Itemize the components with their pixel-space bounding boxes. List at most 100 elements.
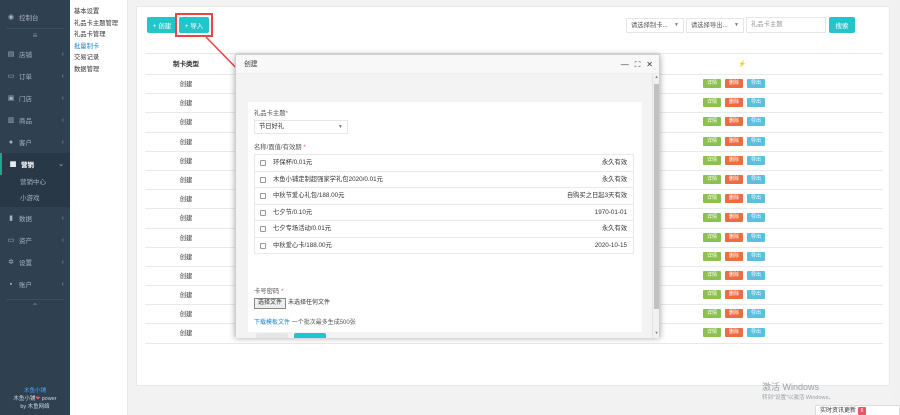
required-mark: * [280, 288, 284, 295]
detail-button[interactable]: 详情 [703, 155, 722, 165]
back-button[interactable]: 返回 [256, 333, 288, 338]
subnav-basic-settings[interactable]: 基本设置 [70, 6, 127, 18]
sidebar-item-asset[interactable]: ▭ 资产 ‹ [0, 229, 70, 251]
card-checkbox[interactable] [260, 226, 266, 232]
export-button[interactable]: 导出 [747, 136, 766, 146]
delete-button[interactable]: 删除 [725, 155, 744, 165]
detail-button[interactable]: 详情 [703, 136, 722, 146]
scroll-up-icon[interactable]: ▲ [653, 74, 660, 82]
scroll-down-icon[interactable]: ▼ [653, 330, 660, 338]
page-scrollbar[interactable] [893, 0, 900, 405]
maximize-icon[interactable]: ⛶ [635, 55, 641, 74]
sidebar-subitem-mini-game[interactable]: 小游戏 [0, 191, 70, 207]
sidebar-item-dashboard[interactable]: ◉ 控制台 [0, 6, 70, 28]
detail-button[interactable]: 详情 [703, 251, 722, 261]
subnav-transactions[interactable]: 交易记录 [70, 52, 127, 64]
export-button[interactable]: 导出 [747, 117, 766, 127]
card-checkbox[interactable] [260, 209, 266, 216]
minimize-icon[interactable]: — [621, 55, 629, 74]
card-checkbox[interactable] [260, 242, 266, 249]
sidebar-item-order[interactable]: ▭ 订单 ‹ [0, 65, 70, 87]
delete-button[interactable]: 删除 [725, 98, 744, 108]
subnav-data-management[interactable]: 数据管理 [70, 64, 127, 76]
card-option[interactable]: 中秋节爱心礼包/188.00元 自购买之日起3天有效 [254, 187, 634, 205]
sidebar-subitem-marketing-center[interactable]: 营销中心 [0, 175, 70, 191]
sidebar-item-label: 数据 [19, 216, 32, 223]
detail-button[interactable]: 详情 [703, 328, 722, 338]
detail-button[interactable]: 详情 [703, 232, 722, 242]
delete-button[interactable]: 删除 [725, 213, 744, 223]
realtime-news[interactable]: 实时资讯更新 6 [815, 405, 900, 415]
export-button[interactable]: 导出 [747, 328, 766, 338]
card-option[interactable]: 七夕专场活动/0.01元 永久有效 [254, 220, 634, 238]
export-button[interactable]: 导出 [747, 174, 766, 184]
create-button[interactable]: + 创建 [147, 17, 177, 33]
subnav-card-management[interactable]: 礼品卡管理 [70, 29, 127, 41]
sidebar-item-data[interactable]: ▮ 数据 ‹ [0, 207, 70, 229]
export-button[interactable]: 导出 [747, 232, 766, 242]
sidebar-item-goods[interactable]: ▥ 商品 ‹ [0, 109, 70, 131]
card-option[interactable]: 七夕节/0.10元 1970-01-01 [254, 203, 634, 221]
close-icon[interactable]: ✕ [646, 55, 653, 74]
theme-select[interactable]: 节日好礼 ▼ [254, 120, 348, 134]
detail-button[interactable]: 详情 [703, 194, 722, 204]
export-button[interactable]: 导出 [747, 290, 766, 300]
card-type-select[interactable]: 请选择制卡... ▼ [626, 18, 684, 33]
detail-button[interactable]: 详情 [703, 270, 722, 280]
sidebar-item-customer[interactable]: ● 客户 ‹ [0, 131, 70, 153]
delete-button[interactable]: 删除 [725, 309, 744, 319]
modal-scrollbar[interactable]: ▲ ▼ [652, 74, 659, 338]
scroll-thumb[interactable] [654, 84, 659, 309]
card-option[interactable]: 环保杯/0.01元 永久有效 [254, 154, 634, 172]
card-option[interactable]: 中秋爱心卡/188.00元 2020-10-15 [254, 236, 634, 254]
sidebar-item-store[interactable]: ▤ 店铺 ‹ [0, 43, 70, 65]
delete-button[interactable]: 删除 [725, 79, 744, 88]
detail-button[interactable]: 详情 [703, 117, 722, 127]
export-button[interactable]: 导出 [747, 155, 766, 165]
row-actions: 详情 删除 导出 [703, 232, 766, 244]
subnav-batch-card[interactable]: 批量制卡 [70, 41, 127, 53]
collapse-icon[interactable]: ⌃ [0, 300, 70, 314]
delete-button[interactable]: 删除 [725, 328, 744, 338]
save-button[interactable]: 保存 [294, 333, 326, 338]
card-option[interactable]: 木鱼小铺定制超强家学礼包2020/0.01元 永久有效 [254, 170, 634, 188]
sidebar-item-marketing[interactable]: ▦ 营销 ⌄ [0, 153, 70, 175]
subnav-theme-management[interactable]: 礼品卡主题管理 [70, 18, 127, 30]
detail-button[interactable]: 详情 [703, 290, 722, 300]
export-button[interactable]: 导出 [747, 79, 766, 88]
export-button[interactable]: 导出 [747, 251, 766, 261]
menu-toggle-icon[interactable]: ≡ [0, 29, 70, 43]
delete-button[interactable]: 删除 [725, 174, 744, 184]
export-button[interactable]: 导出 [747, 309, 766, 319]
delete-button[interactable]: 删除 [725, 194, 744, 204]
sidebar-item-settings[interactable]: ✲ 设置 ‹ [0, 251, 70, 273]
sidebar-item-account[interactable]: ▪ 账户 ‹ [0, 273, 70, 295]
sidebar-item-shop[interactable]: ▣ 门店 ‹ [0, 87, 70, 109]
chevron-down-icon: ⌄ [58, 161, 64, 168]
export-button[interactable]: 导出 [747, 213, 766, 223]
row-actions: 详情 删除 导出 [703, 155, 766, 167]
detail-button[interactable]: 详情 [703, 174, 722, 184]
export-select[interactable]: 请选择导出... ▼ [686, 18, 744, 33]
export-button[interactable]: 导出 [747, 98, 766, 108]
delete-button[interactable]: 删除 [725, 270, 744, 280]
search-button[interactable]: 搜索 [829, 17, 855, 33]
card-checkbox[interactable] [260, 160, 266, 166]
row-card-type: 创建 [179, 138, 193, 146]
detail-button[interactable]: 详情 [703, 309, 722, 319]
download-template-link[interactable]: 下载模板文件 [254, 320, 290, 326]
detail-button[interactable]: 详情 [703, 98, 722, 108]
export-button[interactable]: 导出 [747, 194, 766, 204]
delete-button[interactable]: 删除 [725, 251, 744, 261]
export-button[interactable]: 导出 [747, 270, 766, 280]
detail-button[interactable]: 详情 [703, 79, 722, 88]
delete-button[interactable]: 删除 [725, 290, 744, 300]
delete-button[interactable]: 删除 [725, 136, 744, 146]
card-checkbox[interactable] [260, 193, 266, 199]
delete-button[interactable]: 删除 [725, 232, 744, 242]
choose-file-button[interactable]: 选择文件 [254, 298, 287, 309]
search-input[interactable]: 礼品卡主题 [746, 17, 826, 33]
detail-button[interactable]: 详情 [703, 213, 722, 223]
card-checkbox[interactable] [260, 176, 266, 183]
delete-button[interactable]: 删除 [725, 117, 744, 127]
